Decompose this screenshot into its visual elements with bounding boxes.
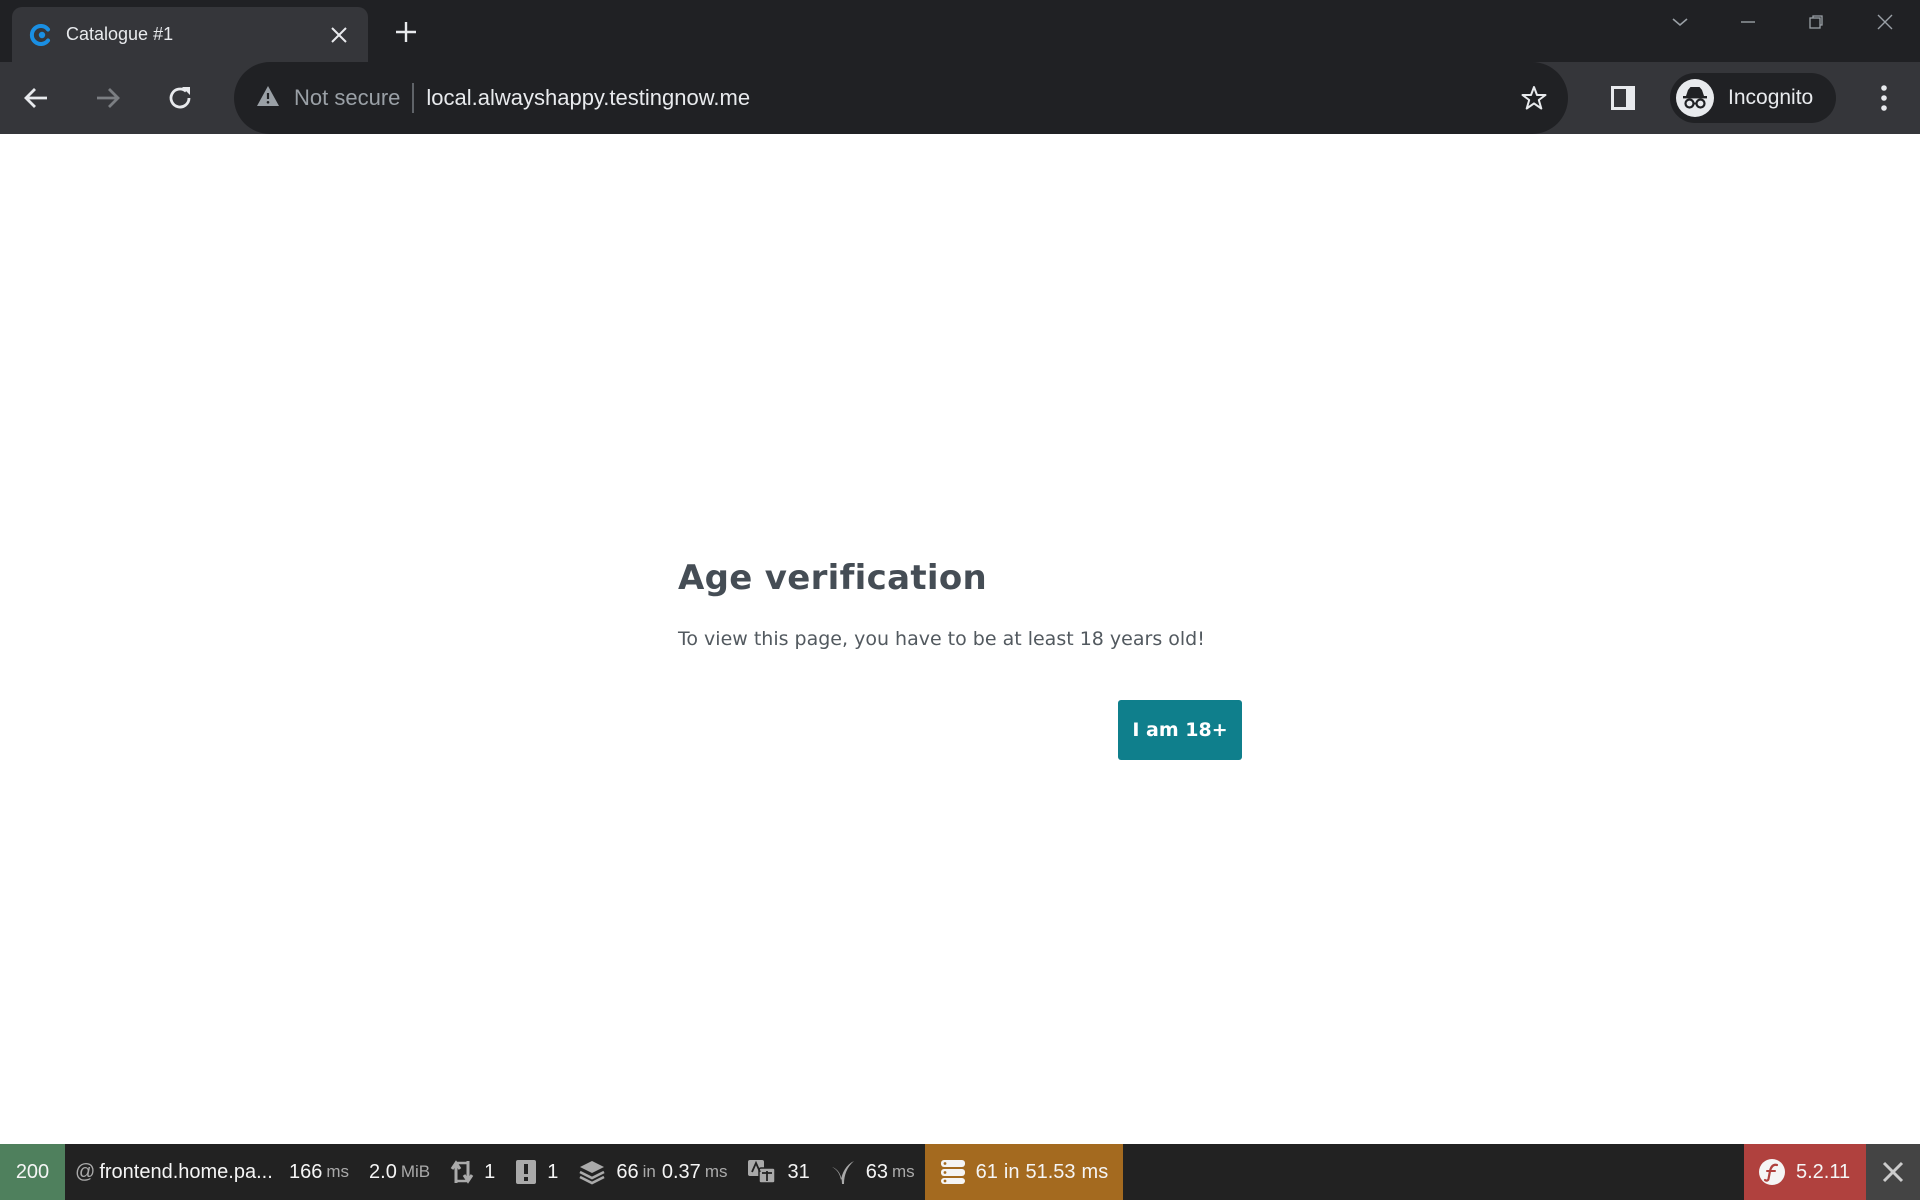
minimize-icon[interactable]	[1720, 6, 1776, 38]
cache-layers-icon	[578, 1159, 606, 1185]
requests-panel[interactable]: 1	[440, 1144, 505, 1200]
page-title: Age verification	[678, 558, 988, 598]
incognito-icon	[1676, 79, 1714, 117]
security-label[interactable]: Not secure	[294, 85, 400, 111]
twig-icon	[830, 1159, 856, 1185]
logs-warning-icon	[515, 1159, 537, 1185]
forward-arrow-icon[interactable]	[88, 78, 128, 118]
cache-time: 0.37	[661, 1160, 701, 1183]
logs-panel[interactable]: 1	[505, 1144, 568, 1200]
age-verification-message: To view this page, you have to be at lea…	[678, 628, 1205, 650]
twig-time: 63	[865, 1160, 888, 1183]
logs-count: 1	[547, 1160, 559, 1183]
route-name: frontend.home.pa...	[99, 1160, 273, 1183]
catalogue-favicon-icon	[28, 22, 54, 48]
tab-close-icon[interactable]	[324, 20, 354, 50]
toolbar-close-icon[interactable]	[1866, 1144, 1920, 1200]
back-arrow-icon[interactable]	[16, 78, 56, 118]
kebab-menu-icon[interactable]	[1864, 78, 1904, 118]
symfony-version: 5.2.11	[1796, 1160, 1851, 1183]
tab-title: Catalogue #1	[66, 24, 174, 44]
new-tab-icon[interactable]	[388, 14, 424, 50]
memory-unit: MiB	[400, 1162, 431, 1181]
symfony-version-panel[interactable]: 5.2.11	[1744, 1144, 1866, 1200]
time-unit: ms	[326, 1162, 350, 1181]
browser-tab[interactable]: Catalogue #1	[12, 7, 368, 62]
tab-search-chevron-down-icon[interactable]	[1652, 6, 1708, 38]
at-sign: @	[75, 1160, 96, 1183]
url-text[interactable]: local.alwayshappy.testingnow.me	[426, 85, 750, 111]
cache-time-unit: ms	[704, 1162, 728, 1181]
window-close-icon[interactable]	[1857, 6, 1913, 38]
symfony-debug-toolbar: 200 @ frontend.home.pa... 166 ms 2.0 MiB…	[0, 1144, 1920, 1200]
browser-toolbar: Not secure local.alwayshappy.testingnow.…	[0, 62, 1920, 134]
status-code-badge[interactable]: 200	[0, 1144, 65, 1200]
twig-panel[interactable]: 63 ms	[820, 1144, 925, 1200]
database-panel[interactable]: 61 in 51.53 ms	[924, 1144, 1124, 1200]
page-content: Age verification To view this page, you …	[0, 134, 1920, 1144]
cache-in-label: in	[642, 1162, 656, 1181]
database-icon	[940, 1159, 966, 1185]
incognito-label: Incognito	[1728, 86, 1814, 109]
time-value: 166	[289, 1160, 323, 1183]
route-info[interactable]: @ frontend.home.pa...	[65, 1144, 279, 1200]
incognito-profile-button[interactable]: Incognito	[1670, 73, 1836, 123]
time-panel[interactable]: 166 ms	[279, 1144, 359, 1200]
age-verification-modal: Age verification To view this page, you …	[678, 558, 1242, 760]
memory-panel[interactable]: 2.0 MiB	[359, 1144, 440, 1200]
side-panel-icon[interactable]	[1603, 78, 1643, 118]
http-requests-icon	[450, 1159, 474, 1185]
confirm-age-button[interactable]: I am 18+	[1118, 700, 1242, 760]
requests-count: 1	[484, 1160, 496, 1183]
restore-icon[interactable]	[1788, 6, 1844, 38]
address-bar[interactable]: Not secure local.alwayshappy.testingnow.…	[234, 62, 1568, 134]
database-time: 51.53	[1025, 1160, 1076, 1183]
twig-time-unit: ms	[891, 1162, 915, 1181]
tab-strip: Catalogue #1	[0, 0, 1920, 62]
reload-icon[interactable]	[160, 78, 200, 118]
symfony-logo-icon	[1758, 1158, 1786, 1186]
cache-count: 66	[616, 1160, 639, 1183]
translations-count: 31	[787, 1160, 810, 1183]
omnibox-divider	[412, 83, 415, 113]
database-in-label: in	[1003, 1160, 1020, 1183]
database-time-unit: ms	[1081, 1160, 1109, 1183]
translation-icon	[747, 1159, 777, 1185]
database-query-count: 61	[975, 1160, 998, 1183]
translations-panel[interactable]: 31	[737, 1144, 819, 1200]
bookmark-star-icon[interactable]	[1516, 80, 1552, 116]
memory-value: 2.0	[369, 1160, 397, 1183]
cache-panel[interactable]: 66 in 0.37 ms	[568, 1144, 737, 1200]
warning-icon[interactable]	[256, 85, 280, 112]
